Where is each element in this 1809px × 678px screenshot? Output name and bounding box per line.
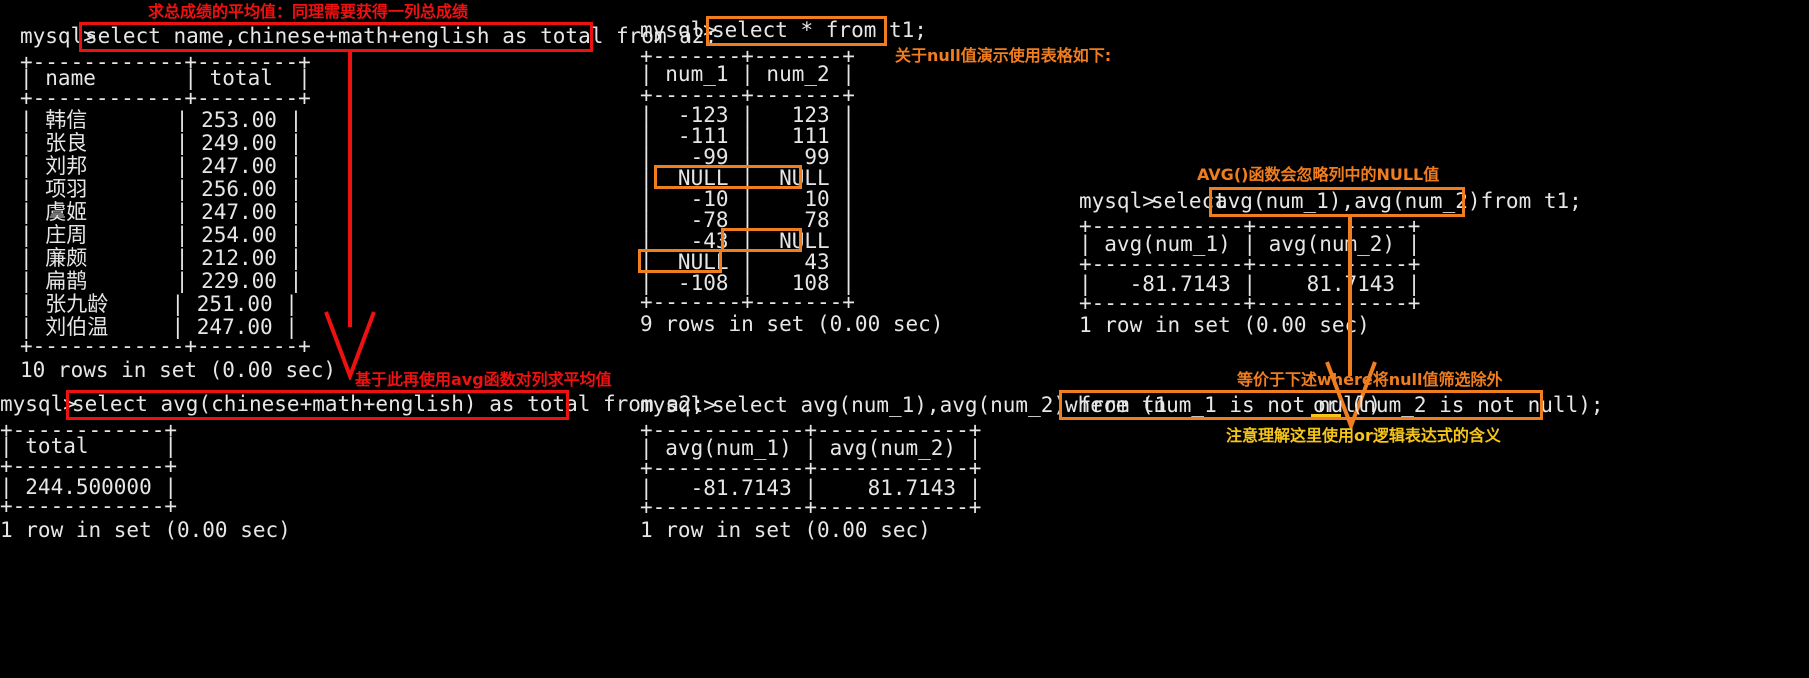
left-top-table-rule-3: +------------+--------+: [20, 334, 311, 358]
table-row: | 张良 | 249.00 |: [20, 131, 303, 155]
right-top-prompt: mysql>: [1079, 189, 1155, 213]
table-row: | 虞姬 | 247.00 |: [20, 200, 303, 224]
middle-bottom-prompt: mysql>: [640, 393, 716, 417]
middle-bottom-status: 1 row in set (0.00 sec): [640, 518, 931, 542]
middle-bottom-command-where-b: (num_2 is not null);: [1338, 393, 1604, 417]
middle-top-status: 9 rows in set (0.00 sec): [640, 312, 944, 336]
right-top-status: 1 row in set (0.00 sec): [1079, 313, 1370, 337]
middle-bottom-table-rule-3: +------------+------------+: [640, 495, 982, 519]
left-bottom-prompt: mysql>: [0, 392, 76, 416]
right-top-command-suffix: from t1;: [1468, 189, 1582, 213]
annotation-bottom-or: 注意理解这里使用or逻辑表达式的含义: [1226, 426, 1501, 445]
underline-or-keyword: [1311, 414, 1341, 418]
right-top-command-highlight: avg(num_1),avg(num_2): [1215, 189, 1481, 213]
left-bottom-status: 1 row in set (0.00 sec): [0, 518, 291, 542]
middle-top-command: select * from t1;: [712, 18, 927, 42]
annotation-right-where: 等价于下述where将null值筛选除外: [1237, 370, 1503, 389]
left-bottom-command: select avg(chinese+math+english) as tota…: [72, 392, 705, 416]
table-row: | 刘邦 | 247.00 |: [20, 154, 303, 178]
table-row: | 项羽 | 256.00 |: [20, 177, 303, 201]
left-bottom-table-rule-3: +------------+: [0, 494, 178, 518]
table-row: | 韩信 | 253.00 |: [20, 108, 303, 132]
middle-top-prompt: mysql>: [640, 18, 716, 42]
table-row: | 廉颇 | 212.00 |: [20, 246, 303, 270]
left-top-command: select name,chinese+math+english as tota…: [85, 24, 718, 48]
connector-left-vertical: [348, 52, 352, 327]
annotation-right-avg: AVG()函数会忽略列中的NULL值: [1197, 165, 1440, 184]
table-row: | 张九龄 | 251.00 |: [20, 292, 298, 316]
left-top-status: 10 rows in set (0.00 sec): [20, 358, 337, 382]
table-row: | 庄周 | 254.00 |: [20, 223, 303, 247]
annotation-top-middle: 关于null值演示使用表格如下:: [895, 46, 1112, 65]
connector-right-vertical: [1348, 216, 1352, 376]
annotation-mid-left: 基于此再使用avg函数对列求平均值: [355, 370, 612, 389]
annotation-top-left: 求总成绩的平均值：同理需要获得一列总成绩: [148, 2, 469, 21]
table-row: | 扁鹊 | 229.00 |: [20, 269, 303, 293]
